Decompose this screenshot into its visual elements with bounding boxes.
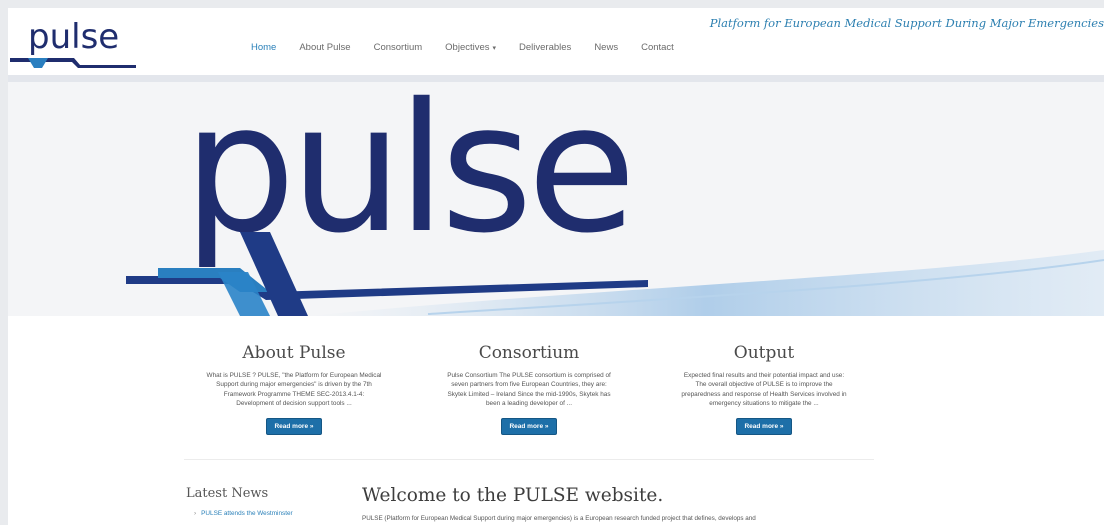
column-title: Output	[733, 343, 795, 363]
text-line: Framework Programme THEME SEC-2013.4.1-4…	[223, 390, 365, 398]
header-divider	[8, 75, 1104, 82]
welcome-intro: PULSE (Platform for European Medical Sup…	[362, 515, 756, 522]
chevron-right-icon: ›	[194, 510, 197, 517]
column-output: Output Expected final results and their …	[654, 343, 874, 435]
welcome-title: Welcome to the PULSE website.	[362, 485, 664, 506]
nav-home[interactable]: Home	[251, 42, 276, 53]
text-line: preparedness and response of Health Serv…	[681, 390, 847, 398]
text-line: The overall objective of PULSE is to imp…	[695, 381, 833, 389]
text-line: Skytek Limited – Ireland Since the mid-1…	[447, 390, 611, 398]
news-item-link[interactable]: PULSE attends the Westminster	[201, 510, 293, 517]
section-divider	[184, 459, 874, 460]
text-line: emergency situations to mitigate the ...	[709, 400, 819, 408]
nav-deliverables[interactable]: Deliverables	[519, 42, 571, 53]
pulse-logo[interactable]: pulse	[8, 12, 138, 70]
text-line: Expected final results and their potenti…	[683, 372, 845, 379]
nav-about-pulse[interactable]: About Pulse	[299, 42, 350, 53]
read-more-button[interactable]: Read more »	[736, 417, 792, 435]
nav-objectives-label: Objectives	[445, 42, 490, 53]
read-more-button[interactable]: Read more »	[501, 417, 557, 435]
text-line: been a leading developer of ...	[486, 400, 572, 408]
feature-columns: About Pulse What is PULSE ? PULSE, "the …	[184, 343, 874, 453]
column-title: About Pulse	[242, 343, 346, 363]
nav-news[interactable]: News	[594, 42, 618, 53]
chevron-down-icon: ▾	[492, 45, 497, 52]
hero-pulse-logo: pulse	[126, 82, 1104, 316]
latest-news: Latest News › PULSE attends the Westminst…	[186, 486, 336, 517]
nav-objectives[interactable]: Objectives ▾	[445, 42, 496, 53]
text-line: Support during major emergencies" is dri…	[216, 381, 372, 389]
column-text: Pulse Consortium The PULSE consortium is…	[419, 371, 639, 409]
nav-consortium[interactable]: Consortium	[374, 42, 423, 53]
column-text: What is PULSE ? PULSE, "the Platform for…	[184, 371, 404, 409]
text-line: seven partners from five European Countr…	[451, 381, 607, 389]
welcome-section: Welcome to the PULSE website. PULSE (Pla…	[362, 485, 1102, 522]
site-tagline: Platform for European Medical Support Du…	[709, 16, 1104, 30]
logo-wordmark: pulse	[28, 17, 119, 57]
column-about-pulse: About Pulse What is PULSE ? PULSE, "the …	[184, 343, 404, 435]
page: pulse Platform for European Medical Supp…	[8, 8, 1104, 525]
header: pulse Platform for European Medical Supp…	[8, 8, 1104, 82]
main-nav: Home About Pulse Consortium Objectives ▾ …	[251, 42, 697, 53]
news-list: › PULSE attends the Westminster	[186, 510, 336, 517]
read-more-button[interactable]: Read more »	[266, 417, 322, 435]
column-text: Expected final results and their potenti…	[654, 371, 874, 409]
text-line: Development of decision support tools ..…	[236, 400, 352, 408]
text-line: Pulse Consortium The PULSE consortium is…	[447, 372, 611, 379]
hero-banner: pulse	[8, 82, 1104, 316]
nav-contact[interactable]: Contact	[641, 42, 674, 53]
column-title: Consortium	[478, 343, 580, 363]
text-line: What is PULSE ? PULSE, "the Platform for…	[206, 372, 382, 379]
news-title: Latest News	[186, 486, 269, 501]
column-consortium: Consortium Pulse Consortium The PULSE co…	[419, 343, 639, 435]
news-item[interactable]: › PULSE attends the Westminster	[186, 510, 336, 517]
